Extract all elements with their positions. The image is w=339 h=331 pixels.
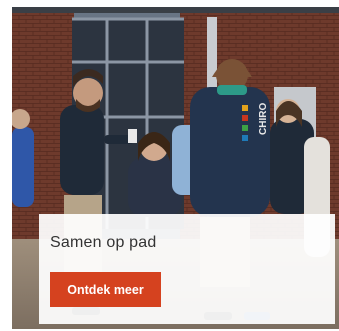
- jacket-print: CHIRO: [258, 103, 269, 135]
- caption-box: Samen op pad Ontdek meer: [39, 214, 335, 324]
- caption-title: Samen op pad: [50, 234, 157, 251]
- discover-more-button[interactable]: Ontdek meer: [50, 272, 161, 307]
- promo-card[interactable]: CHIRO Samen op pad Ontdek meer: [12, 7, 339, 329]
